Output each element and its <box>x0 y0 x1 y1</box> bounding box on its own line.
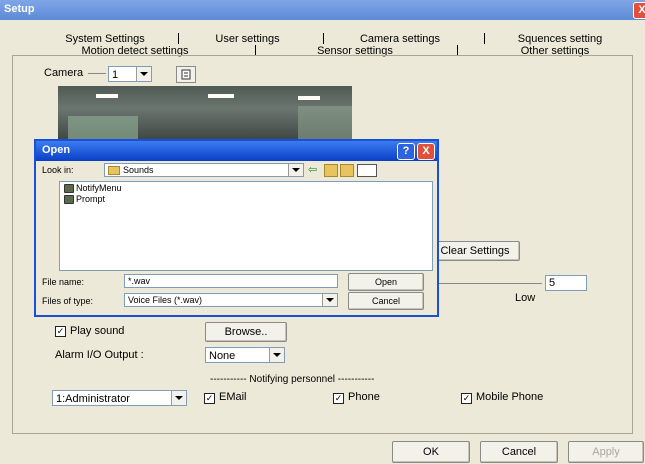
ok-button[interactable]: OK <box>392 441 470 463</box>
tab-sequences-setting[interactable]: Squences setting <box>505 33 615 45</box>
open-dialog: Open ? X Look in: Sounds ⇦ NotifyMenu Pr… <box>34 139 439 317</box>
up-folder-icon[interactable] <box>324 164 338 177</box>
folder-icon <box>108 165 120 175</box>
sensitivity-low-label: Low <box>515 292 536 304</box>
chevron-down-icon[interactable] <box>171 391 186 405</box>
file-name-label: File name: <box>42 277 85 287</box>
camera-config-button[interactable] <box>176 66 196 83</box>
open-dialog-cancel-button[interactable]: Cancel <box>348 292 424 310</box>
sound-file-icon <box>64 183 74 193</box>
sound-file-icon <box>64 194 74 204</box>
list-item[interactable]: Prompt <box>64 194 105 204</box>
setup-window: Setup X System Settings User settings Ca… <box>0 0 645 464</box>
file-type-label: Files of type: <box>42 296 94 306</box>
sensitivity-value-text: 5 <box>549 277 556 289</box>
phone-checkbox[interactable]: ✓ <box>333 393 344 404</box>
back-icon[interactable]: ⇦ <box>308 163 322 177</box>
tab-divider <box>484 33 485 44</box>
help-button[interactable]: ? <box>397 143 415 160</box>
file-list[interactable]: NotifyMenu Prompt <box>59 181 433 271</box>
look-in-value: Sounds <box>123 165 154 175</box>
chevron-down-icon[interactable] <box>322 294 337 306</box>
sensitivity-slider-track[interactable] <box>438 283 542 284</box>
tab-divider <box>178 33 179 44</box>
mobile-phone-label: Mobile Phone <box>476 391 544 403</box>
tab-system-settings[interactable]: System Settings <box>40 33 170 45</box>
divider <box>88 73 106 74</box>
phone-label: Phone <box>348 391 380 403</box>
mobile-phone-checkbox[interactable]: ✓ <box>461 393 472 404</box>
open-dialog-title-bar: Open ? X <box>36 141 437 161</box>
clear-settings-button[interactable]: Clear Settings <box>430 241 520 261</box>
open-dialog-title: Open <box>42 144 71 156</box>
camera-preview <box>58 86 352 142</box>
alarm-output-label: Alarm I/O Output : <box>55 349 144 361</box>
personnel-select[interactable]: 1:Administrator <box>52 390 187 406</box>
cancel-button[interactable]: Cancel <box>480 441 558 463</box>
open-button[interactable]: Open <box>348 273 424 291</box>
chevron-down-icon[interactable] <box>136 67 151 81</box>
list-item[interactable]: NotifyMenu <box>64 183 122 193</box>
file-type-select[interactable]: Voice Files (*.wav) <box>124 293 338 307</box>
window-close-button[interactable]: X <box>633 2 645 19</box>
alarm-output-select[interactable]: None <box>205 347 285 363</box>
chevron-down-icon[interactable] <box>269 348 284 362</box>
email-label: EMail <box>219 391 247 403</box>
tab-user-settings[interactable]: User settings <box>200 33 295 45</box>
new-folder-icon[interactable] <box>340 164 354 177</box>
alarm-output-value: None <box>209 350 236 362</box>
file-name: Prompt <box>76 194 106 204</box>
look-in-label: Look in: <box>42 165 74 175</box>
tab-camera-settings[interactable]: Camera settings <box>340 33 460 45</box>
file-name-input[interactable]: *.wav <box>124 274 338 288</box>
view-menu-icon[interactable] <box>357 164 377 177</box>
email-checkbox[interactable]: ✓ <box>204 393 215 404</box>
look-in-select[interactable]: Sounds <box>104 163 304 177</box>
file-name: NotifyMenu <box>76 183 122 193</box>
personnel-select-value: 1:Administrator <box>56 393 130 405</box>
window-title: Setup <box>4 3 35 15</box>
tab-divider <box>323 33 324 44</box>
document-icon <box>181 69 191 80</box>
file-name-value: *.wav <box>128 276 151 286</box>
apply-button[interactable]: Apply <box>568 441 644 463</box>
chevron-down-icon[interactable] <box>288 164 303 176</box>
camera-select-value: 1 <box>112 69 119 81</box>
file-type-value: Voice Files (*.wav) <box>128 295 203 305</box>
notifying-personnel-header: ----------- Notifying personnel --------… <box>210 374 375 385</box>
play-sound-label: Play sound <box>70 325 125 337</box>
title-bar: Setup X <box>0 0 645 20</box>
browse-button[interactable]: Browse.. <box>205 322 287 342</box>
sensitivity-value[interactable]: 5 <box>545 275 587 291</box>
camera-select[interactable]: 1 <box>108 66 152 82</box>
camera-label: Camera <box>44 67 84 79</box>
camera-image <box>68 94 352 142</box>
open-dialog-close-button[interactable]: X <box>417 143 435 160</box>
play-sound-checkbox[interactable]: ✓ <box>55 326 66 337</box>
